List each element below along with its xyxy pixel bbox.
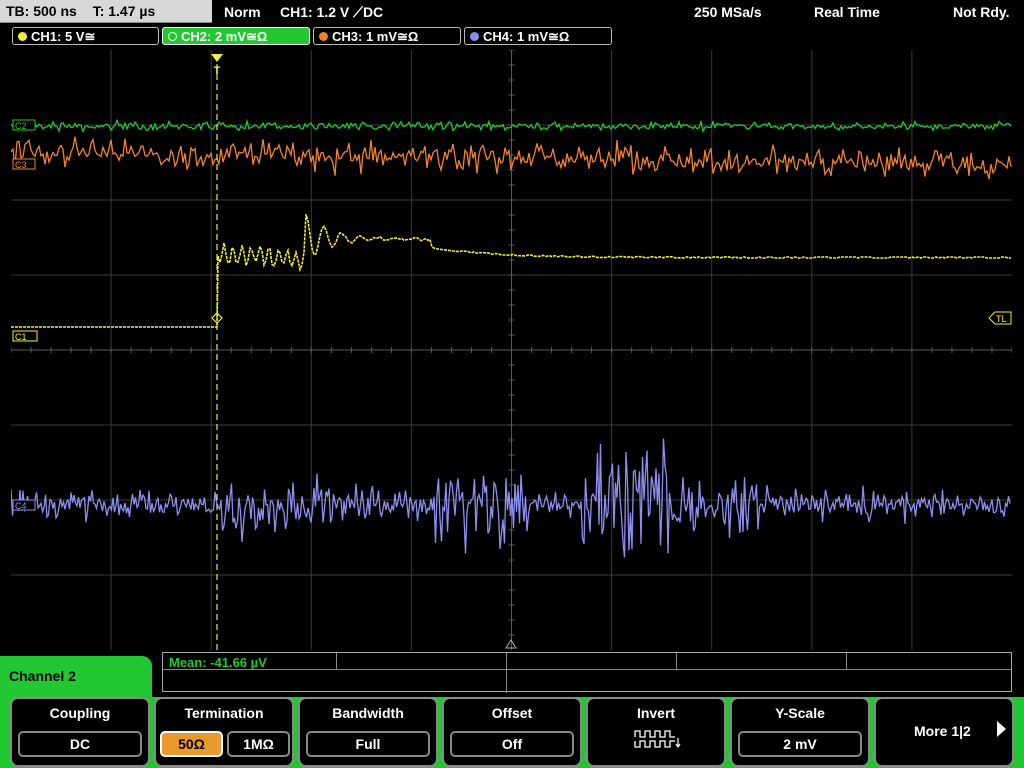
yscale-softkey[interactable]: Y-Scale 2 mV <box>730 697 870 767</box>
invert-label: Invert <box>636 705 676 721</box>
coupling-value[interactable]: DC <box>18 731 142 757</box>
timebase-panel[interactable]: TB: 500 ns T: 1.47 µs <box>0 0 212 23</box>
invert-waveform-icon <box>634 730 681 749</box>
yscale-value[interactable]: 2 mV <box>738 731 862 757</box>
sample-rate: 250 MSa/s <box>694 4 762 20</box>
invert-softkey[interactable]: Invert <box>586 697 726 767</box>
mean-measurement: Mean: -41.66 µV <box>169 655 267 670</box>
ch1-ground-marker[interactable]: C1 <box>12 330 38 342</box>
ch2-label: CH2: 2 mV≅Ω <box>181 29 268 44</box>
ch3-color-dot <box>319 32 328 41</box>
measurement-panel: Mean: -41.66 µV <box>162 652 1012 693</box>
trigger-mode[interactable]: Norm <box>224 0 261 24</box>
channel-tab-ch4[interactable]: CH4: 1 mV≅Ω <box>464 27 612 45</box>
ch2-ground-marker[interactable]: C2 <box>12 119 36 131</box>
ch4-color-dot <box>470 32 479 41</box>
acquisition-mode: Real Time <box>814 4 880 20</box>
termination-1m-ohm-option[interactable]: 1MΩ <box>227 731 290 757</box>
ch3-label: CH3: 1 mV≅Ω <box>332 29 419 44</box>
offset-value[interactable]: Off <box>450 731 574 757</box>
bandwidth-value[interactable]: Full <box>306 731 430 757</box>
trigger-arrow-icon <box>211 54 223 62</box>
meas-divider <box>336 653 337 669</box>
meas-divider <box>506 653 507 693</box>
acquisition-status: Not Rdy. <box>953 4 1010 20</box>
waveform-display[interactable]: T C2 C3 C1 C4 TL <box>11 50 1012 650</box>
offset-label: Offset <box>491 705 533 721</box>
graticule <box>11 50 1012 650</box>
softkey-bar: Coupling DC Termination 50Ω 1MΩ Bandwidt… <box>0 697 1024 768</box>
ch1-label: CH1: 5 V≅ <box>31 29 96 44</box>
meas-divider <box>846 653 847 669</box>
trigger-time-value: T: 1.47 µs <box>92 3 156 19</box>
meas-divider <box>163 669 1011 670</box>
bandwidth-softkey[interactable]: Bandwidth Full <box>298 697 438 767</box>
channel-tab-ch3[interactable]: CH3: 1 mV≅Ω <box>313 27 461 45</box>
trigger-level-marker[interactable]: TL <box>988 311 1012 325</box>
ch2-color-dot <box>168 32 177 41</box>
termination-label: Termination <box>184 705 264 721</box>
arrow-right-icon <box>997 721 1006 737</box>
trigger-marker-label: T <box>214 65 221 77</box>
termination-50-ohm-option[interactable]: 50Ω <box>160 731 223 757</box>
status-bar: TB: 500 ns T: 1.47 µs Norm CH1: 1.2 V ⟋D… <box>0 0 1024 24</box>
meas-divider <box>676 653 677 669</box>
coupling-softkey[interactable]: Coupling DC <box>10 697 150 767</box>
ch3-marker-label: C3 <box>15 160 27 170</box>
channel-tab-ch2[interactable]: CH2: 2 mV≅Ω <box>162 27 310 45</box>
ch4-ground-marker[interactable]: C4 <box>12 499 36 511</box>
offset-softkey[interactable]: Offset Off <box>442 697 582 767</box>
ch2-marker-label: C2 <box>15 121 27 131</box>
yscale-label: Y-Scale <box>775 705 825 721</box>
ch4-waveform <box>11 438 1011 558</box>
timebase-value: TB: 500 ns <box>6 3 77 19</box>
channel-tabs: CH1: 5 V≅ CH2: 2 mV≅Ω CH3: 1 mV≅Ω CH4: 1… <box>0 26 1024 48</box>
ch1-marker-label: C1 <box>15 332 27 342</box>
trigger-level-label: TL <box>996 314 1007 324</box>
more-softkey[interactable]: More 1|2 <box>874 697 1014 767</box>
channel-tab-ch1[interactable]: CH1: 5 V≅ <box>12 27 159 45</box>
channel-menu-title: Channel 2 <box>0 656 152 700</box>
termination-softkey[interactable]: Termination 50Ω 1MΩ <box>154 697 294 767</box>
trigger-source[interactable]: CH1: 1.2 V ⟋DC <box>280 0 383 24</box>
ch1-color-dot <box>18 32 27 41</box>
trigger-marker[interactable]: T <box>211 54 223 77</box>
ch4-label: CH4: 1 mV≅Ω <box>483 29 570 44</box>
more-label: More 1|2 <box>914 723 971 739</box>
bandwidth-label: Bandwidth <box>332 705 404 721</box>
coupling-label: Coupling <box>49 705 111 721</box>
ch3-ground-marker[interactable]: C3 <box>12 158 36 170</box>
ch4-marker-label: C4 <box>15 501 27 511</box>
